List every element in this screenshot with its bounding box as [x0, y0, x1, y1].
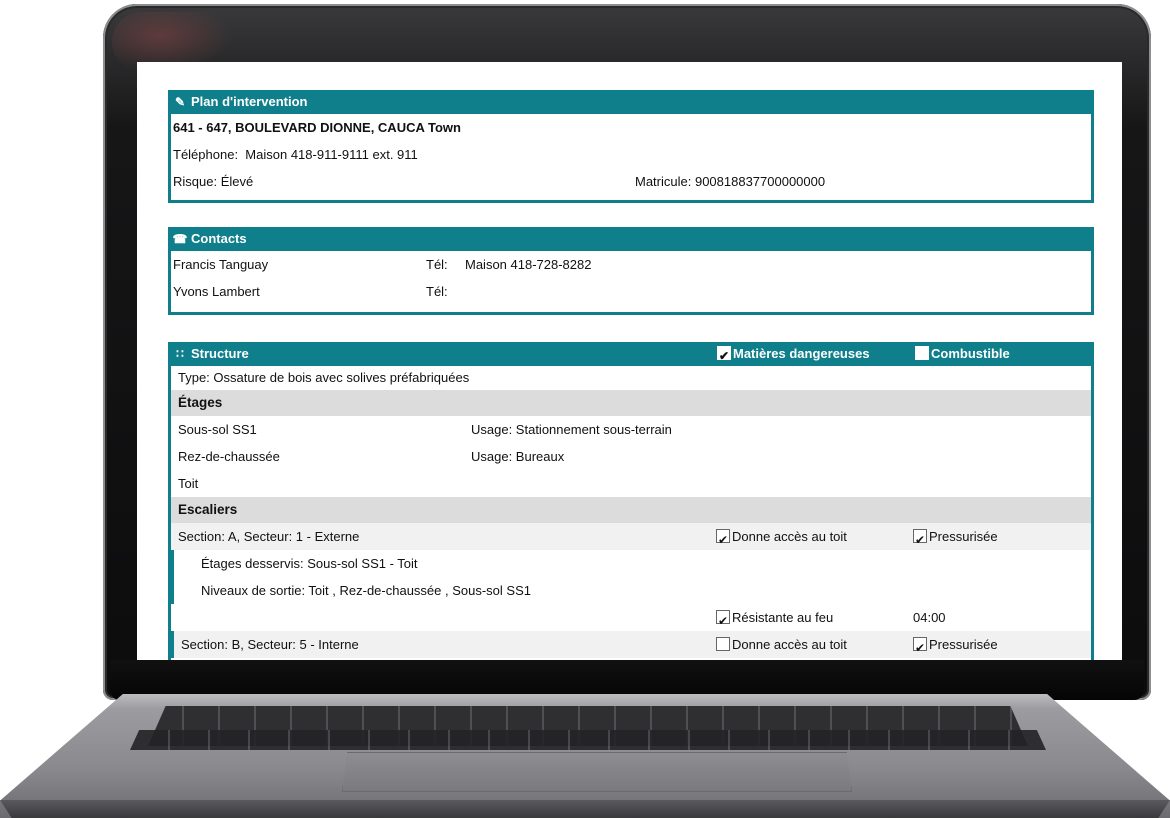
laptop-base-edge	[0, 800, 1170, 818]
pressurisee-label: Pressurisée	[929, 529, 998, 544]
pressurisee-label: Pressurisée	[929, 637, 998, 652]
checkbox-box[interactable]	[716, 527, 730, 554]
combustible-label: Combustible	[931, 346, 1010, 361]
contact-tel-label: Tél:	[426, 257, 448, 272]
risque: Risque: Élevé	[173, 174, 254, 189]
structure-panel: ∷ Structure Matières dangereuses Combusti…	[168, 342, 1094, 660]
etage-usage: Usage: Bureaux	[471, 449, 565, 464]
laptop-keyboard-row	[130, 730, 1046, 750]
telephone-value: Maison 418-911-9111 ext. 911	[245, 147, 418, 162]
contacts-header: ☎ Contacts	[168, 227, 1094, 251]
plan-panel: ✎ Plan d'intervention 641 - 647, BOULEVAR…	[168, 90, 1094, 203]
contact-tel-label: Tél:	[426, 284, 448, 299]
plan-title: Plan d'intervention	[191, 94, 308, 109]
contact-row: Francis Tanguay Tél: Maison 418-728-8282	[171, 251, 1091, 278]
structure-header: ∷ Structure Matières dangereuses Combusti…	[168, 342, 1094, 368]
matricule: Matricule: 900818837700000000	[635, 174, 826, 189]
contact-row: Yvons Lambert Tél:	[171, 278, 1091, 305]
contacts-title: Contacts	[191, 231, 247, 246]
telephone-row: Téléphone: Maison 418-911-9111 ext. 911	[171, 141, 1091, 168]
niveaux-sortie: Niveaux de sortie: Toit , Rez-de-chaussé…	[171, 577, 1091, 604]
escalier-section-row: Section: A, Secteur: 1 - Externe Donne a…	[171, 523, 1091, 554]
structure-title: Structure	[191, 346, 249, 361]
screen: ✎ Plan d'intervention 641 - 647, BOULEVAR…	[137, 62, 1122, 660]
risque-row: Risque: Élevé Matricule: 900818837700000…	[171, 168, 1091, 195]
checkbox-box[interactable]	[716, 608, 730, 635]
escalier-section: Section: A, Secteur: 1 - Externe	[178, 529, 360, 544]
contact-name: Yvons Lambert	[173, 284, 260, 299]
checkbox-box[interactable]	[913, 527, 927, 554]
checkbox-box[interactable]	[717, 344, 731, 368]
escalier-section-row: Section: B, Secteur: 5 - Interne Donne a…	[171, 631, 1091, 660]
plan-header: ✎ Plan d'intervention	[168, 90, 1094, 114]
checkbox-box[interactable]	[716, 637, 730, 651]
laptop-trackpad	[342, 752, 852, 792]
etages-desservis: Étages desservis: Sous-sol SS1 - Toit	[171, 550, 1091, 577]
pressurisee-checkbox[interactable]: Pressurisée	[913, 523, 998, 554]
etage-usage: Usage: Stationnement sous-terrain	[471, 422, 672, 437]
resistante-checkbox[interactable]: Résistante au feu	[716, 604, 834, 635]
address: 641 - 647, BOULEVARD DIONNE, CAUCA Town	[173, 120, 461, 135]
notepad-pencil-icon: ✎	[174, 95, 186, 109]
telephone-label: Téléphone:	[173, 147, 239, 162]
acces-toit-label: Donne accès au toit	[732, 637, 847, 652]
etage-row: Toit	[171, 470, 1091, 497]
contacts-panel: ☎ Contacts Francis Tanguay Tél: Maison 41…	[168, 227, 1094, 315]
acces-toit-checkbox[interactable]: Donne accès au toit	[716, 523, 847, 554]
contact-name: Francis Tanguay	[173, 257, 269, 272]
combustible-checkbox[interactable]: Combustible	[915, 342, 1010, 366]
resistante-label: Résistante au feu	[732, 610, 834, 625]
etage-name: Toit	[178, 476, 199, 491]
escalier-section: Section: B, Secteur: 5 - Interne	[181, 637, 359, 652]
etage-row: Sous-sol SS1 Usage: Stationnement sous-t…	[171, 416, 1091, 443]
acces-toit-checkbox[interactable]: Donne accès au toit	[716, 631, 847, 658]
checkbox-box[interactable]	[915, 346, 929, 360]
building-structure-icon: ∷	[176, 347, 184, 361]
etages-heading: Étages	[171, 390, 1091, 416]
escaliers-heading: Escaliers	[171, 497, 1091, 523]
etage-name: Rez-de-chaussée	[178, 449, 280, 464]
contact-tel-value: Maison 418-728-8282	[465, 257, 592, 272]
resistante-duree: 04:00	[913, 610, 946, 625]
resistante-row: Résistante au feu 04:00	[171, 604, 1091, 635]
acces-toit-label: Donne accès au toit	[732, 529, 847, 544]
structure-type: Type: Ossature de bois avec solives préf…	[178, 370, 470, 385]
phone-icon: ☎	[172, 232, 188, 246]
matieres-dangereuses-label: Matières dangereuses	[733, 346, 870, 361]
etage-name: Sous-sol SS1	[178, 422, 257, 437]
pressurisee-checkbox[interactable]: Pressurisée	[913, 631, 998, 660]
matieres-dangereuses-checkbox[interactable]: Matières dangereuses	[717, 342, 870, 368]
checkbox-box[interactable]	[913, 635, 927, 660]
etage-row: Rez-de-chaussée Usage: Bureaux	[171, 443, 1091, 470]
